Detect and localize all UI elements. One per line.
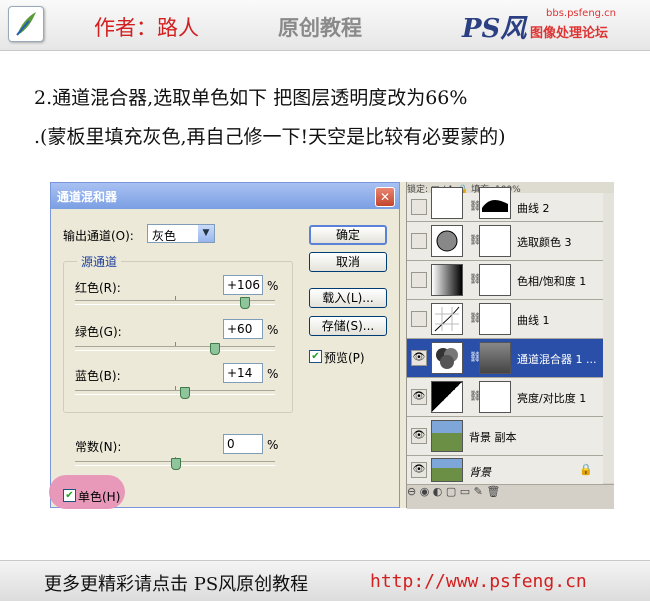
hue-saturation-thumb-icon xyxy=(431,264,463,296)
red-percent-sign: % xyxy=(267,279,279,293)
green-channel-input[interactable]: +60 xyxy=(223,319,263,339)
footer-text: 更多更精彩请点击 PS风原创教程 xyxy=(44,574,309,595)
source-channels-title: 源通道 xyxy=(77,253,122,270)
instruction-line-2: .(蒙板里填充灰色,再自己修一下!天空是比较有必要蒙的) xyxy=(34,126,506,148)
layer-name: 背景 副本 xyxy=(469,431,517,444)
layer-name: 选取颜色 3 xyxy=(517,236,572,249)
eye-icon[interactable]: 👁 xyxy=(411,462,427,478)
output-channel-select[interactable]: 灰色 ▼ xyxy=(147,224,215,243)
curves-thumb-icon xyxy=(431,187,463,219)
constant-input[interactable]: 0 xyxy=(223,434,263,454)
chevron-down-icon[interactable]: ▼ xyxy=(198,225,214,242)
red-slider-thumb[interactable] xyxy=(239,297,250,309)
layers-scrollbar[interactable] xyxy=(603,193,614,483)
layer-name: 曲线 2 xyxy=(517,202,550,215)
layer-mask-thumb xyxy=(479,225,511,257)
preview-label: 预览(P) xyxy=(324,351,365,365)
layers-panel: 锁定: □ ⁄ ✚ 🔒 填充: 100% ⛓ 曲线 2 ⛓ 选取颜色 3 ⛓ 色… xyxy=(406,182,614,509)
layer-row-curves-2[interactable]: ⛓ 曲线 2 xyxy=(407,187,603,222)
output-channel-label: 输出通道(O): xyxy=(63,229,134,243)
load-button[interactable]: 载入(L)... xyxy=(309,288,387,308)
layer-mask-thumb xyxy=(479,342,511,374)
green-slider-track[interactable] xyxy=(75,342,275,355)
cancel-button[interactable]: 取消 xyxy=(309,252,387,272)
feather-logo-icon xyxy=(8,6,44,42)
blue-channel-input[interactable]: +14 xyxy=(223,363,263,383)
red-slider-track[interactable] xyxy=(75,296,275,309)
constant-slider-track[interactable] xyxy=(75,457,275,470)
ok-button[interactable]: 确定 xyxy=(309,225,387,245)
green-percent-sign: % xyxy=(267,323,279,337)
dialog-titlebar[interactable]: 通道混和器 ✕ xyxy=(51,183,399,209)
layer-row-selective-color-3[interactable]: ⛓ 选取颜色 3 xyxy=(407,222,603,261)
layer-row-background[interactable]: 👁 背景 🔒 xyxy=(407,456,603,485)
header-bar: 作者：路人 原创教程 PS风 bbs.psfeng.cn 图像处理论坛 xyxy=(0,0,650,51)
layer-name: 曲线 1 xyxy=(517,314,550,327)
layer-name: 亮度/对比度 1 xyxy=(517,392,587,405)
constant-slider-thumb[interactable] xyxy=(171,458,181,470)
header-title: 原创教程 xyxy=(278,16,362,40)
green-slider-thumb[interactable] xyxy=(210,343,220,355)
layer-row-background-copy[interactable]: 👁 背景 副本 xyxy=(407,417,603,456)
preview-checkbox[interactable]: ✔ xyxy=(309,350,322,363)
layer-name: 背景 xyxy=(469,466,491,479)
lock-icon: 🔒 xyxy=(579,463,593,476)
layer-mask-thumb xyxy=(479,381,511,413)
instruction-line-1: 2.通道混合器,选取单色如下 把图层透明度改为66% xyxy=(34,87,468,109)
eye-icon[interactable]: 👁 xyxy=(411,428,427,444)
layer-row-hue-saturation-1[interactable]: ⛓ 色相/饱和度 1 xyxy=(407,261,603,300)
constant-percent-sign: % xyxy=(267,438,279,452)
eye-icon[interactable]: 👁 xyxy=(411,389,427,405)
author-label: 作者：路人 xyxy=(94,16,199,40)
blue-percent-sign: % xyxy=(267,367,279,381)
layers-bottom-toolbar[interactable]: ⊖ ◉ ◐ ▢ ▭ ✎ 🗑 xyxy=(407,484,614,509)
photoshop-screenshot: 通道混和器 ✕ 输出通道(O): 灰色 ▼ 源通道 红色(R): +106 % … xyxy=(49,182,614,509)
visibility-toggle[interactable] xyxy=(411,199,427,215)
layer-row-curves-1[interactable]: ⛓ 曲线 1 xyxy=(407,300,603,339)
layer-row-brightness-contrast-1[interactable]: 👁 ⛓ 亮度/对比度 1 xyxy=(407,378,603,417)
layer-mask-thumb xyxy=(479,303,511,335)
red-channel-input[interactable]: +106 xyxy=(223,275,263,295)
channel-mixer-dialog: 通道混和器 ✕ 输出通道(O): 灰色 ▼ 源通道 红色(R): +106 % … xyxy=(49,182,400,509)
visibility-toggle[interactable] xyxy=(411,272,427,288)
green-channel-label: 绿色(G): xyxy=(75,325,122,339)
selective-color-thumb-icon xyxy=(431,225,463,257)
layer-row-channel-mixer-1[interactable]: 👁 ⛓ 通道混合器 1 ... xyxy=(407,339,603,378)
landscape-thumb-icon xyxy=(431,420,463,452)
layer-mask-thumb xyxy=(479,187,511,219)
dialog-title: 通道混和器 xyxy=(57,190,118,204)
visibility-toggle[interactable] xyxy=(411,233,427,249)
blue-slider-track[interactable] xyxy=(75,386,275,399)
output-channel-value: 灰色 xyxy=(152,229,177,243)
layer-name: 色相/饱和度 1 xyxy=(517,275,587,288)
forum-name: 图像处理论坛 xyxy=(530,26,609,41)
red-channel-label: 红色(R): xyxy=(75,281,121,295)
save-button[interactable]: 存储(S)... xyxy=(309,316,387,336)
blue-slider-thumb[interactable] xyxy=(180,387,191,399)
blue-channel-label: 蓝色(B): xyxy=(75,369,121,383)
channel-mixer-thumb-icon xyxy=(431,342,463,374)
layer-mask-thumb xyxy=(479,264,511,296)
visibility-toggle[interactable] xyxy=(411,311,427,327)
landscape-thumb-icon xyxy=(431,458,463,482)
footer-url-link[interactable]: http://www.psfeng.cn xyxy=(370,571,587,592)
curves-thumb-icon xyxy=(431,303,463,335)
monochrome-checkbox[interactable]: ✔ xyxy=(63,489,76,502)
eye-icon[interactable]: 👁 xyxy=(411,350,427,366)
brightness-contrast-thumb-icon xyxy=(431,381,463,413)
site-url-small[interactable]: bbs.psfeng.cn xyxy=(546,8,616,19)
close-icon[interactable]: ✕ xyxy=(375,187,395,207)
layer-name: 通道混合器 1 ... xyxy=(517,353,597,366)
brand-logo: PS风 xyxy=(462,14,527,44)
monochrome-label: 单色(H) xyxy=(78,490,121,504)
constant-label: 常数(N): xyxy=(75,440,122,454)
